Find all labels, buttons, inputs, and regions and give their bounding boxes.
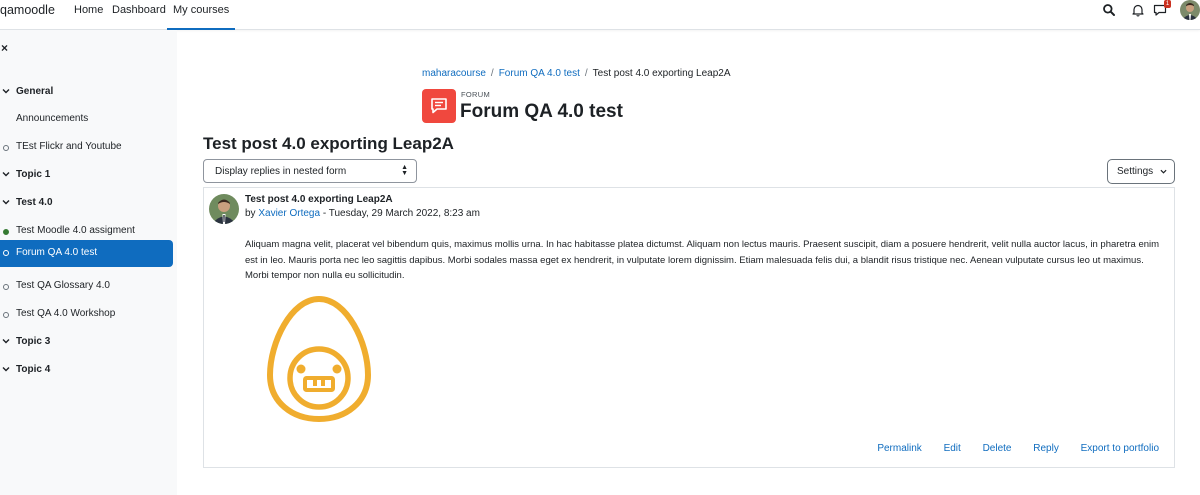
- post-byline: by Xavier Ortega - Tuesday, 29 March 202…: [245, 208, 480, 219]
- display-mode-value: Display replies in nested form: [215, 166, 347, 177]
- section-label: Topic 3: [16, 336, 51, 347]
- chevron-down-icon[interactable]: [2, 365, 10, 373]
- activity-test-qa-workshop[interactable]: Test QA 4.0 Workshop: [0, 303, 177, 327]
- page-title: Forum QA 4.0 test: [460, 101, 623, 122]
- user-avatar[interactable]: [1180, 0, 1200, 20]
- search-icon[interactable]: [1102, 3, 1116, 17]
- discussion-title: Test post 4.0 exporting Leap2A: [203, 134, 454, 153]
- section-general[interactable]: General: [0, 81, 177, 105]
- post-actions: Permalink Edit Delete Reply Export to po…: [858, 443, 1159, 454]
- reply-link[interactable]: Reply: [1033, 443, 1059, 454]
- completion-empty-icon: [3, 145, 9, 151]
- author-link[interactable]: Xavier Ortega: [258, 208, 320, 219]
- course-index-drawer: × General Announcements TEst Flickr and …: [0, 30, 177, 495]
- section-topic-1[interactable]: Topic 1: [0, 164, 177, 188]
- activity-label: Test Moodle 4.0 assigment: [16, 225, 135, 236]
- forum-post: Test post 4.0 exporting Leap2A by Xavier…: [203, 187, 1175, 468]
- export-to-portfolio-link[interactable]: Export to portfolio: [1081, 443, 1159, 454]
- completion-empty-icon: [3, 284, 9, 290]
- breadcrumb-current: Test post 4.0 exporting Leap2A: [592, 68, 731, 79]
- bell-icon[interactable]: [1131, 3, 1145, 17]
- chevron-down-icon[interactable]: [2, 87, 10, 95]
- section-label: Topic 1: [16, 169, 51, 180]
- edit-link[interactable]: Edit: [944, 443, 961, 454]
- section-label: Test 4.0: [16, 197, 53, 208]
- section-label: Topic 4: [16, 364, 51, 375]
- activity-test-flickr-youtube[interactable]: TEst Flickr and Youtube: [0, 136, 177, 160]
- by-label: by: [245, 208, 256, 219]
- activity-announcements[interactable]: Announcements: [0, 108, 177, 132]
- activity-test-qa-glossary[interactable]: Test QA Glossary 4.0: [0, 275, 177, 299]
- activity-type-label: FORUM: [461, 90, 490, 99]
- settings-button[interactable]: Settings: [1107, 159, 1175, 184]
- nav-my-courses[interactable]: My courses: [167, 0, 236, 30]
- delete-link[interactable]: Delete: [983, 443, 1012, 454]
- completion-empty-icon: [3, 312, 9, 318]
- settings-label: Settings: [1117, 166, 1154, 177]
- author-avatar[interactable]: [209, 194, 239, 224]
- display-mode-select[interactable]: Display replies in nested form ▲ ▼: [203, 159, 417, 183]
- top-navbar: qamoodle Home Dashboard My courses 1: [0, 0, 1200, 30]
- permalink-link[interactable]: Permalink: [877, 443, 921, 454]
- breadcrumb-separator: /: [584, 68, 588, 79]
- post-body: Aliquam magna velit, placerat vel bibend…: [245, 239, 1160, 281]
- chevron-down-icon[interactable]: [2, 337, 10, 345]
- activity-label: Test QA 4.0 Workshop: [16, 308, 116, 319]
- nav-home[interactable]: Home: [74, 4, 103, 16]
- breadcrumb-course[interactable]: maharacourse: [422, 68, 486, 79]
- breadcrumb-separator: /: [490, 68, 494, 79]
- breadcrumb-forum[interactable]: Forum QA 4.0 test: [499, 68, 580, 79]
- breadcrumb: maharacourse / Forum QA 4.0 test / Test post…: [422, 68, 731, 79]
- forum-icon: [422, 89, 456, 123]
- activity-label: Test QA Glossary 4.0: [16, 280, 110, 291]
- section-topic-4[interactable]: Topic 4: [0, 359, 177, 383]
- egg-face-image: [267, 295, 371, 423]
- section-topic-3[interactable]: Topic 3: [0, 331, 177, 355]
- activity-label: TEst Flickr and Youtube: [16, 141, 122, 152]
- post-date: - Tuesday, 29 March 2022, 8:23 am: [320, 208, 480, 219]
- site-brand[interactable]: qamoodle: [0, 3, 55, 17]
- activity-label: Forum QA 4.0 test: [16, 247, 98, 258]
- select-arrows-icon: ▲ ▼: [401, 164, 408, 177]
- post-subject: Test post 4.0 exporting Leap2A: [245, 194, 393, 205]
- message-count-badge: 1: [1164, 0, 1171, 8]
- close-drawer-icon[interactable]: ×: [1, 42, 8, 54]
- chevron-down-icon[interactable]: [2, 198, 10, 206]
- chevron-down-icon[interactable]: [2, 170, 10, 178]
- section-label: General: [16, 86, 54, 97]
- completion-done-icon: [3, 229, 9, 235]
- activity-forum-qa-active[interactable]: Forum QA 4.0 test: [0, 240, 173, 267]
- completion-empty-icon: [3, 250, 9, 256]
- chevron-down-icon: [1160, 169, 1167, 174]
- nav-dashboard[interactable]: Dashboard: [112, 4, 166, 16]
- activity-label: Announcements: [16, 113, 89, 124]
- section-test-4-0[interactable]: Test 4.0: [0, 192, 177, 216]
